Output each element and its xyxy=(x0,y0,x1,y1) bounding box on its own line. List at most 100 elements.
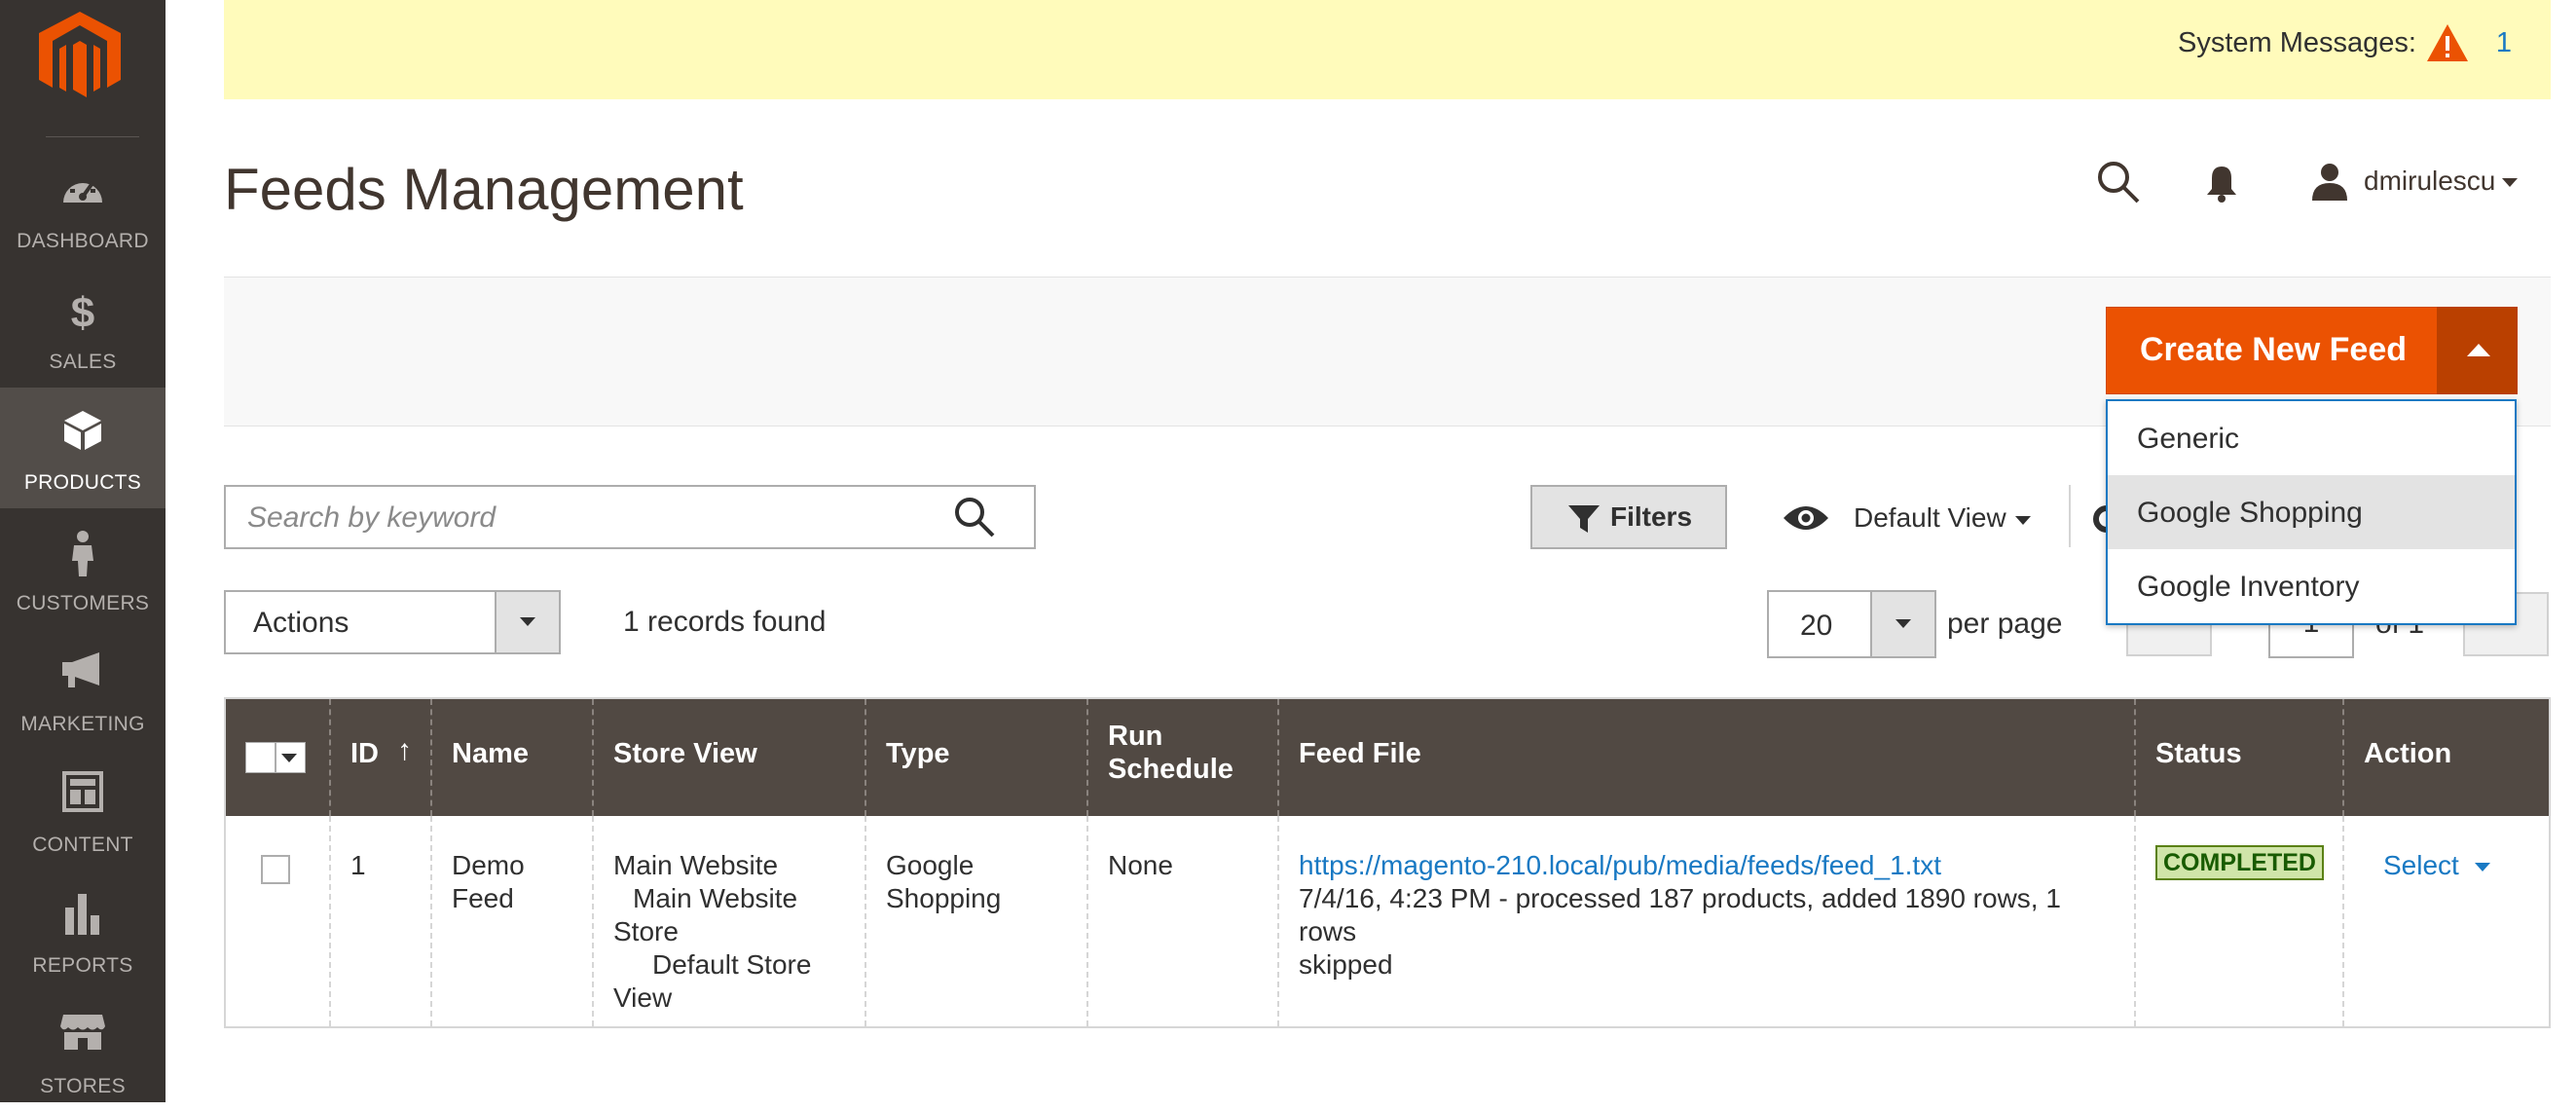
eye-icon[interactable] xyxy=(1782,502,1830,538)
feeds-grid: ID ↑ Name Store View Type Run Schedule F… xyxy=(224,697,2551,1028)
toolbar-divider xyxy=(2069,485,2071,547)
menu-item-google-shopping[interactable]: Google Shopping xyxy=(2108,475,2515,549)
sidebar-label: STORES xyxy=(40,1075,126,1097)
sidebar-item-content[interactable]: CONTENT xyxy=(0,750,166,871)
create-new-feed-label: Create New Feed xyxy=(2140,331,2407,368)
column-name[interactable]: Name xyxy=(432,699,594,816)
per-page-select[interactable]: 20 xyxy=(1767,590,1936,658)
cell-type: Google Shopping xyxy=(866,816,1088,1026)
dollar-icon: $ xyxy=(0,288,166,333)
filters-button[interactable]: Filters xyxy=(1530,485,1727,549)
person-icon xyxy=(0,530,166,576)
sidebar-label: CUSTOMERS xyxy=(16,592,150,614)
column-type[interactable]: Type xyxy=(866,699,1088,816)
dashboard-icon xyxy=(0,167,166,212)
warning-icon[interactable] xyxy=(2426,23,2469,67)
feed-file-note-2: skipped xyxy=(1299,949,1393,980)
checkbox-divider xyxy=(275,743,276,772)
row-action-select[interactable]: Select xyxy=(2383,849,2459,882)
cell-id: 1 xyxy=(331,816,432,1026)
create-new-feed-button[interactable]: Create New Feed xyxy=(2106,307,2518,394)
chevron-down-icon[interactable] xyxy=(2502,178,2518,187)
sidebar-label: PRODUCTS xyxy=(23,471,142,494)
column-status-label: Status xyxy=(2155,738,2242,769)
grid-header-row: ID ↑ Name Store View Type Run Schedule F… xyxy=(226,699,2549,816)
chevron-down-icon[interactable] xyxy=(2015,516,2031,525)
filters-label: Filters xyxy=(1610,501,1693,532)
store-view-cont: View xyxy=(613,982,673,1013)
cell-status: COMPLETED xyxy=(2136,816,2344,1026)
sidebar-item-marketing[interactable]: MARKETING xyxy=(0,629,166,750)
search-icon[interactable] xyxy=(954,497,995,542)
search-input[interactable] xyxy=(245,497,931,539)
sidebar-item-reports[interactable]: REPORTS xyxy=(0,871,166,991)
create-feed-dropdown-toggle[interactable] xyxy=(2437,307,2518,394)
gear-icon[interactable] xyxy=(2093,502,2120,540)
svg-text:$: $ xyxy=(71,289,94,333)
cell-name: Demo Feed xyxy=(432,816,594,1026)
cell-action: Select xyxy=(2344,816,2549,1026)
search-icon[interactable] xyxy=(2097,161,2140,208)
column-type-label: Type xyxy=(886,738,950,769)
feed-schedule: None xyxy=(1108,850,1173,880)
chevron-down-icon[interactable] xyxy=(2475,863,2490,871)
sidebar-label: MARKETING xyxy=(20,713,145,735)
per-page-dropdown-button[interactable] xyxy=(1870,592,1934,656)
feed-type-line-1: Google xyxy=(886,850,975,880)
row-select-checkbox[interactable] xyxy=(261,855,290,884)
sidebar-item-customers[interactable]: CUSTOMERS xyxy=(0,508,166,629)
sidebar-item-dashboard[interactable]: DASHBOARD xyxy=(0,146,166,267)
actions-dropdown-button[interactable] xyxy=(495,592,559,652)
column-status[interactable]: Status xyxy=(2136,699,2344,816)
column-action: Action xyxy=(2344,699,2549,816)
sidebar-label: REPORTS xyxy=(32,954,133,977)
sidebar-item-stores[interactable]: STORES xyxy=(0,991,166,1112)
default-view-selector[interactable]: Default View xyxy=(1854,502,2006,534)
keyword-search-box xyxy=(224,485,1036,549)
system-messages-bar: System Messages: 1 xyxy=(224,0,2551,99)
sidebar-item-sales[interactable]: $ SALES xyxy=(0,267,166,388)
chevron-down-icon xyxy=(1895,619,1911,628)
cell-store-view: Main Website Main Website Store Default … xyxy=(594,816,866,1026)
column-feed-file[interactable]: Feed File xyxy=(1279,699,2136,816)
menu-item-google-inventory[interactable]: Google Inventory xyxy=(2108,549,2515,623)
layout-icon xyxy=(0,771,166,816)
admin-sidebar: DASHBOARD $ SALES PRODUCTS CUSTOMERS MAR… xyxy=(0,0,166,1102)
cell-run-schedule: None xyxy=(1088,816,1279,1026)
sidebar-divider xyxy=(46,136,139,137)
column-mass-select xyxy=(226,699,331,816)
sidebar-label: SALES xyxy=(49,351,117,373)
per-page-value: 20 xyxy=(1800,610,1833,642)
store-group-cont: Store xyxy=(613,916,679,946)
magento-logo-icon[interactable] xyxy=(39,12,121,97)
mass-select-checkbox[interactable] xyxy=(245,742,306,773)
sidebar-item-products[interactable]: PRODUCTS xyxy=(0,388,166,508)
menu-item-label: Google Inventory xyxy=(2137,571,2360,603)
feed-type-line-2: Shopping xyxy=(886,883,1002,913)
column-store-view[interactable]: Store View xyxy=(594,699,866,816)
feed-type: Google Shopping xyxy=(886,849,1001,915)
chevron-down-icon xyxy=(281,754,297,762)
per-page-label: per page xyxy=(1947,608,2063,640)
system-messages-label: System Messages: xyxy=(2178,27,2416,58)
column-action-label: Action xyxy=(2364,738,2452,769)
user-name[interactable]: dmirulescu xyxy=(2364,166,2495,197)
column-name-label: Name xyxy=(452,738,529,769)
chevron-up-icon xyxy=(2467,344,2490,356)
column-run-schedule[interactable]: Run Schedule xyxy=(1088,699,1279,816)
user-icon[interactable] xyxy=(2310,162,2349,205)
mass-actions-select[interactable]: Actions xyxy=(224,590,561,654)
sidebar-label: CONTENT xyxy=(32,834,133,856)
megaphone-icon xyxy=(0,650,166,695)
bell-icon[interactable] xyxy=(2204,164,2239,207)
menu-item-generic[interactable]: Generic xyxy=(2108,401,2515,475)
chevron-down-icon xyxy=(520,617,535,626)
column-id[interactable]: ID ↑ xyxy=(331,699,432,816)
feed-file-link[interactable]: https://magento-210.local/pub/media/feed… xyxy=(1299,850,1941,880)
feed-store-view: Main Website Main Website Store Default … xyxy=(613,849,811,1015)
store-group: Main Website xyxy=(633,883,798,913)
table-row xyxy=(226,816,331,1026)
system-messages-count[interactable]: 1 xyxy=(2496,27,2512,59)
column-store-view-label: Store View xyxy=(613,738,757,769)
status-badge: COMPLETED xyxy=(2155,845,2324,880)
